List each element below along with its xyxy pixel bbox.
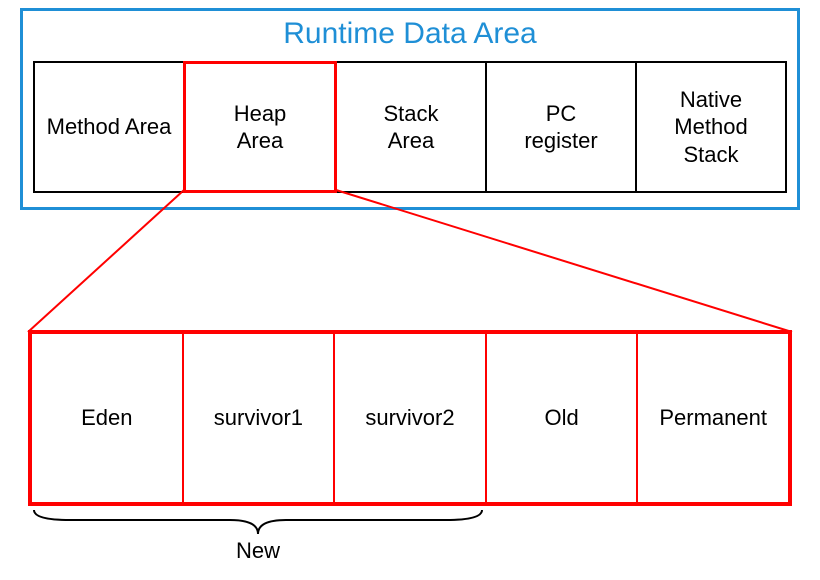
runtime-areas-row: Method Area HeapArea StackArea PCregiste… [23,61,797,203]
cell-heap-area: HeapArea [183,61,337,193]
cell-eden: Eden [32,334,184,502]
heap-regions-container: Eden survivor1 survivor2 Old Permanent [28,330,792,506]
cell-native-method-stack: NativeMethodStack [635,61,787,193]
cell-method-area: Method Area [33,61,185,193]
cell-permanent: Permanent [638,334,788,502]
new-generation-label: New [30,538,486,564]
runtime-data-area-container: Runtime Data Area Method Area HeapArea S… [20,8,800,210]
cell-pc-register: PCregister [485,61,637,193]
cell-stack-area: StackArea [335,61,487,193]
diagram-title: Runtime Data Area [23,11,797,61]
cell-old: Old [487,334,639,502]
cell-survivor2: survivor2 [335,334,487,502]
new-generation-brace-icon [30,508,486,538]
cell-survivor1: survivor1 [184,334,336,502]
